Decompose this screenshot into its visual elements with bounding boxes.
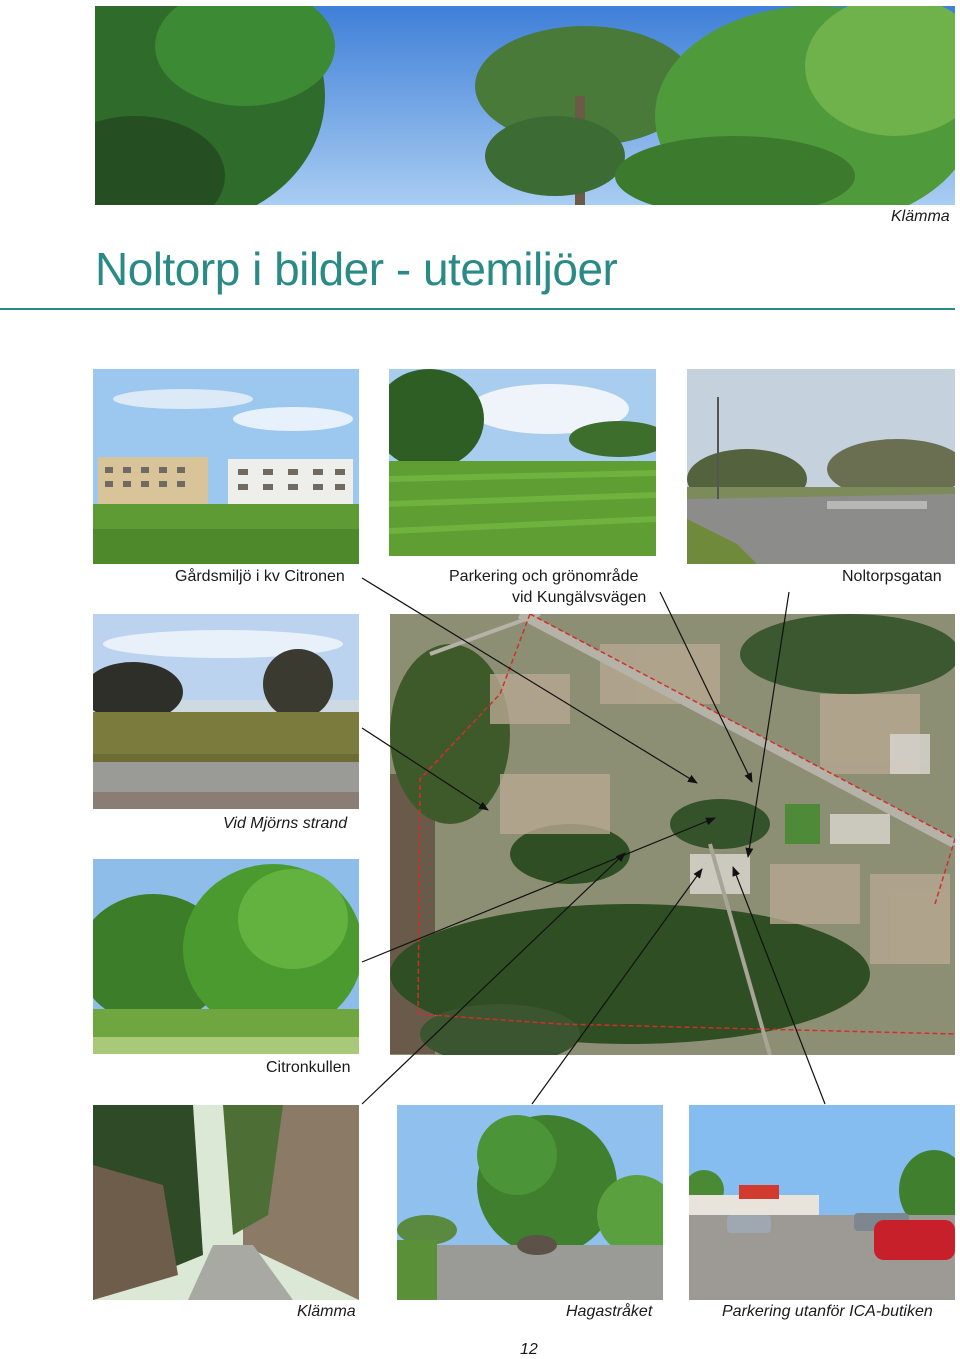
caption-citronkullen: Citronkullen — [266, 1059, 351, 1076]
caption-parkering-line2: vid Kungälvsvägen — [512, 589, 647, 606]
photo-citronkullen — [93, 859, 359, 1054]
photo-noltorpsgatan — [687, 369, 955, 564]
caption-noltorpsgatan: Noltorpsgatan — [842, 568, 942, 585]
caption-hagastraket: Hagastråket — [566, 1303, 653, 1320]
aerial-map — [390, 614, 955, 1055]
caption-gardsmiljo: Gårdsmiljö i kv Citronen — [175, 568, 345, 585]
photo-ica-parkering — [689, 1105, 955, 1300]
photo-mjorns-strand — [93, 614, 359, 809]
photo-hagastraket — [397, 1105, 663, 1300]
photo-klamma — [93, 1105, 359, 1300]
photo-gardsmiljo — [93, 369, 359, 564]
caption-parkering-line1: Parkering och grönområde — [449, 568, 639, 585]
top-photo-caption: Klämma — [891, 208, 950, 225]
caption-ica-parkering: Parkering utanför ICA-butiken — [722, 1303, 933, 1320]
page-title: Noltorp i bilder - utemiljöer — [95, 243, 618, 295]
caption-klamma: Klämma — [297, 1303, 356, 1320]
photo-parkering-gronomrade — [389, 369, 656, 556]
page-number: 12 — [520, 1341, 538, 1358]
caption-mjorns-strand: Vid Mjörns strand — [223, 815, 348, 832]
top-banner-photo — [95, 6, 955, 205]
title-divider — [0, 308, 955, 310]
